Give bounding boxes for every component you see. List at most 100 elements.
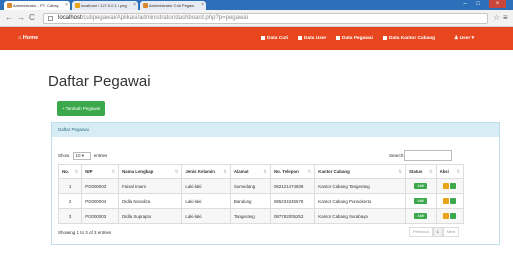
reload-icon[interactable]: C xyxy=(29,13,35,23)
nav-square-icon xyxy=(261,35,265,40)
nav-data-kantor-cabang[interactable]: Data Kantor Cabang xyxy=(383,27,435,50)
maximize-icon[interactable]: □ xyxy=(472,0,484,8)
table-header-row: No. ⇅ NIP ⇅ Nama Lengkap ⇅ Jenis Kelamin ⇅ A… xyxy=(57,164,465,179)
nav-square-icon xyxy=(298,35,302,40)
pagination-page-1[interactable]: 1 xyxy=(432,227,443,237)
add-pegawai-button[interactable]: + Tambah Pegawai xyxy=(57,101,105,116)
cell-kantor-cabang: Kantor Cabang Purwokerto xyxy=(314,193,406,209)
home-icon: ⌂ xyxy=(18,35,22,41)
bookmark-star-icon[interactable]: ☆ xyxy=(493,13,500,23)
favicon-icon xyxy=(7,3,12,8)
edit-icon[interactable] xyxy=(442,213,449,219)
cell-no: 1 xyxy=(57,178,83,194)
nav-user-menu[interactable]: ♟ User ▾ xyxy=(454,27,474,50)
page-icon xyxy=(48,16,53,21)
entries-length: Show 10 ▾ entries xyxy=(58,151,107,160)
cell-aksi xyxy=(435,178,465,194)
pegawai-table: No. ⇅ NIP ⇅ Nama Lengkap ⇅ Jenis Kelamin ⇅ A… xyxy=(57,164,465,224)
nav-data-pegawai[interactable]: Data Pegawai xyxy=(336,27,373,50)
browser-menu-icon[interactable]: ≡ xyxy=(503,13,508,23)
nav-square-icon xyxy=(383,35,387,40)
address-bar-row: ← → C localhost/cutipegawai/Aplikasi/adm… xyxy=(0,10,513,27)
browser-tab-label: Administrator Cuti Pegaw xyxy=(149,3,195,8)
col-header[interactable]: NIP ⇅ xyxy=(81,164,120,179)
pagination: Previous 1 Next xyxy=(409,227,460,237)
cell-no: 3 xyxy=(57,208,83,224)
browser-tab-bar: Administrator - PT. Cahay × localhost / … xyxy=(0,0,513,10)
cell-aksi xyxy=(435,193,465,209)
cell-alamat: Sumedang xyxy=(229,178,271,194)
pegawai-panel: Daftar Pegawai Show 10 ▾ entries Search:… xyxy=(51,122,500,245)
cell-nama: Faisal Imam xyxy=(118,178,183,194)
delete-icon[interactable] xyxy=(449,213,456,219)
cell-status: Aktif xyxy=(404,178,437,194)
nav-data-user[interactable]: Data User xyxy=(298,27,326,50)
table-row: 3 PG000003 Didla Suprapto Laki-laki Tang… xyxy=(57,208,465,224)
col-header[interactable]: Jenis Kelamin ⇅ xyxy=(181,164,231,179)
close-tab-icon[interactable]: × xyxy=(201,1,204,10)
edit-icon[interactable] xyxy=(442,198,449,204)
cell-status: Aktif xyxy=(404,208,437,224)
edit-icon[interactable] xyxy=(442,183,449,189)
delete-icon[interactable] xyxy=(449,198,456,204)
nav-square-icon xyxy=(336,35,340,40)
cell-nip: PG000003 xyxy=(81,208,120,224)
nav-home-label: Home xyxy=(22,35,39,41)
entries-select[interactable]: 10 ▾ xyxy=(72,151,91,160)
cell-status: Aktif xyxy=(404,193,437,209)
col-header[interactable]: Aksi ⇅ xyxy=(435,164,465,179)
nav-label: Data Cuti xyxy=(267,36,289,41)
cell-kantor-cabang: Kantor Cabang Surabaya xyxy=(314,208,406,224)
pagination-previous[interactable]: Previous xyxy=(409,227,433,237)
user-icon: ♟ xyxy=(454,36,459,41)
forward-icon[interactable]: → xyxy=(17,13,25,23)
show-label: Show xyxy=(58,153,70,158)
pagination-next[interactable]: Next xyxy=(442,227,460,237)
status-badge: Aktif xyxy=(414,198,428,204)
table-row: 2 PG000004 Didla Novaliza Laki-laki Band… xyxy=(57,193,465,209)
nav-data-cuti[interactable]: Data Cuti xyxy=(261,27,288,50)
cell-telepon: 087782005253 xyxy=(269,208,316,224)
col-header[interactable]: Alamat ⇅ xyxy=(229,164,271,179)
col-header[interactable]: No. ⇅ xyxy=(57,164,83,179)
cell-alamat: Tangerang xyxy=(229,208,271,224)
col-header[interactable]: Nama Lengkap ⇅ xyxy=(118,164,183,179)
nav-label: Data Kantor Cabang xyxy=(389,36,436,41)
app-navbar: ⌂ Home Data Cuti Data User Data Pegawai … xyxy=(0,27,513,50)
cell-jenis-kelamin: Laki-laki xyxy=(181,193,231,209)
minimize-icon[interactable]: – xyxy=(459,0,471,8)
cell-nip: PG000004 xyxy=(81,193,120,209)
nav-home[interactable]: ⌂ Home xyxy=(18,27,38,50)
back-icon[interactable]: ← xyxy=(5,13,13,23)
entries-label: entries xyxy=(93,153,108,158)
panel-title: Daftar Pegawai xyxy=(52,123,499,137)
browser-tab-label: Administrator - PT. Cahay xyxy=(13,3,59,8)
search-input[interactable] xyxy=(404,150,452,161)
search-label: Search: xyxy=(389,153,405,158)
browser-tab-1[interactable]: Administrator - PT. Cahay × xyxy=(4,1,70,10)
delete-icon[interactable] xyxy=(449,183,456,189)
nav-label: User xyxy=(459,36,471,41)
browser-tab-2[interactable]: localhost / 127.0.0.1 / peg × xyxy=(72,1,138,10)
col-header[interactable]: No. Telepon ⇅ xyxy=(269,164,316,179)
cell-nama: Didla Suprapto xyxy=(118,208,183,224)
col-header[interactable]: Kantor Cabang ⇅ xyxy=(314,164,406,179)
status-badge: Aktif xyxy=(414,183,428,189)
nav-label: Data User xyxy=(304,36,327,41)
url-host: localhost xyxy=(58,15,82,21)
browser-tab-label: localhost / 127.0.0.1 / peg xyxy=(81,3,127,8)
favicon-icon xyxy=(143,3,148,8)
table-row: 1 PG000003 Faisal Imam Laki-laki Sumedan… xyxy=(57,178,465,194)
url-field[interactable]: localhost/cutipegawai/Aplikasi/administr… xyxy=(43,13,488,24)
close-tab-icon[interactable]: × xyxy=(133,1,136,10)
status-badge: Aktif xyxy=(414,213,428,219)
browser-tab-3[interactable]: Administrator Cuti Pegaw × xyxy=(140,1,206,10)
url-path: /cutipegawai/Aplikasi/administrator/dash… xyxy=(81,15,248,21)
window-close-icon[interactable]: × xyxy=(489,0,506,8)
cell-kantor-cabang: Kantor Cabang Tangerang xyxy=(314,178,406,194)
close-tab-icon[interactable]: × xyxy=(65,1,68,10)
cell-jenis-kelamin: Laki-laki xyxy=(181,208,231,224)
cell-no: 2 xyxy=(57,193,83,209)
cell-jenis-kelamin: Laki-laki xyxy=(181,178,231,194)
col-header[interactable]: Status ⇅ xyxy=(404,164,437,179)
